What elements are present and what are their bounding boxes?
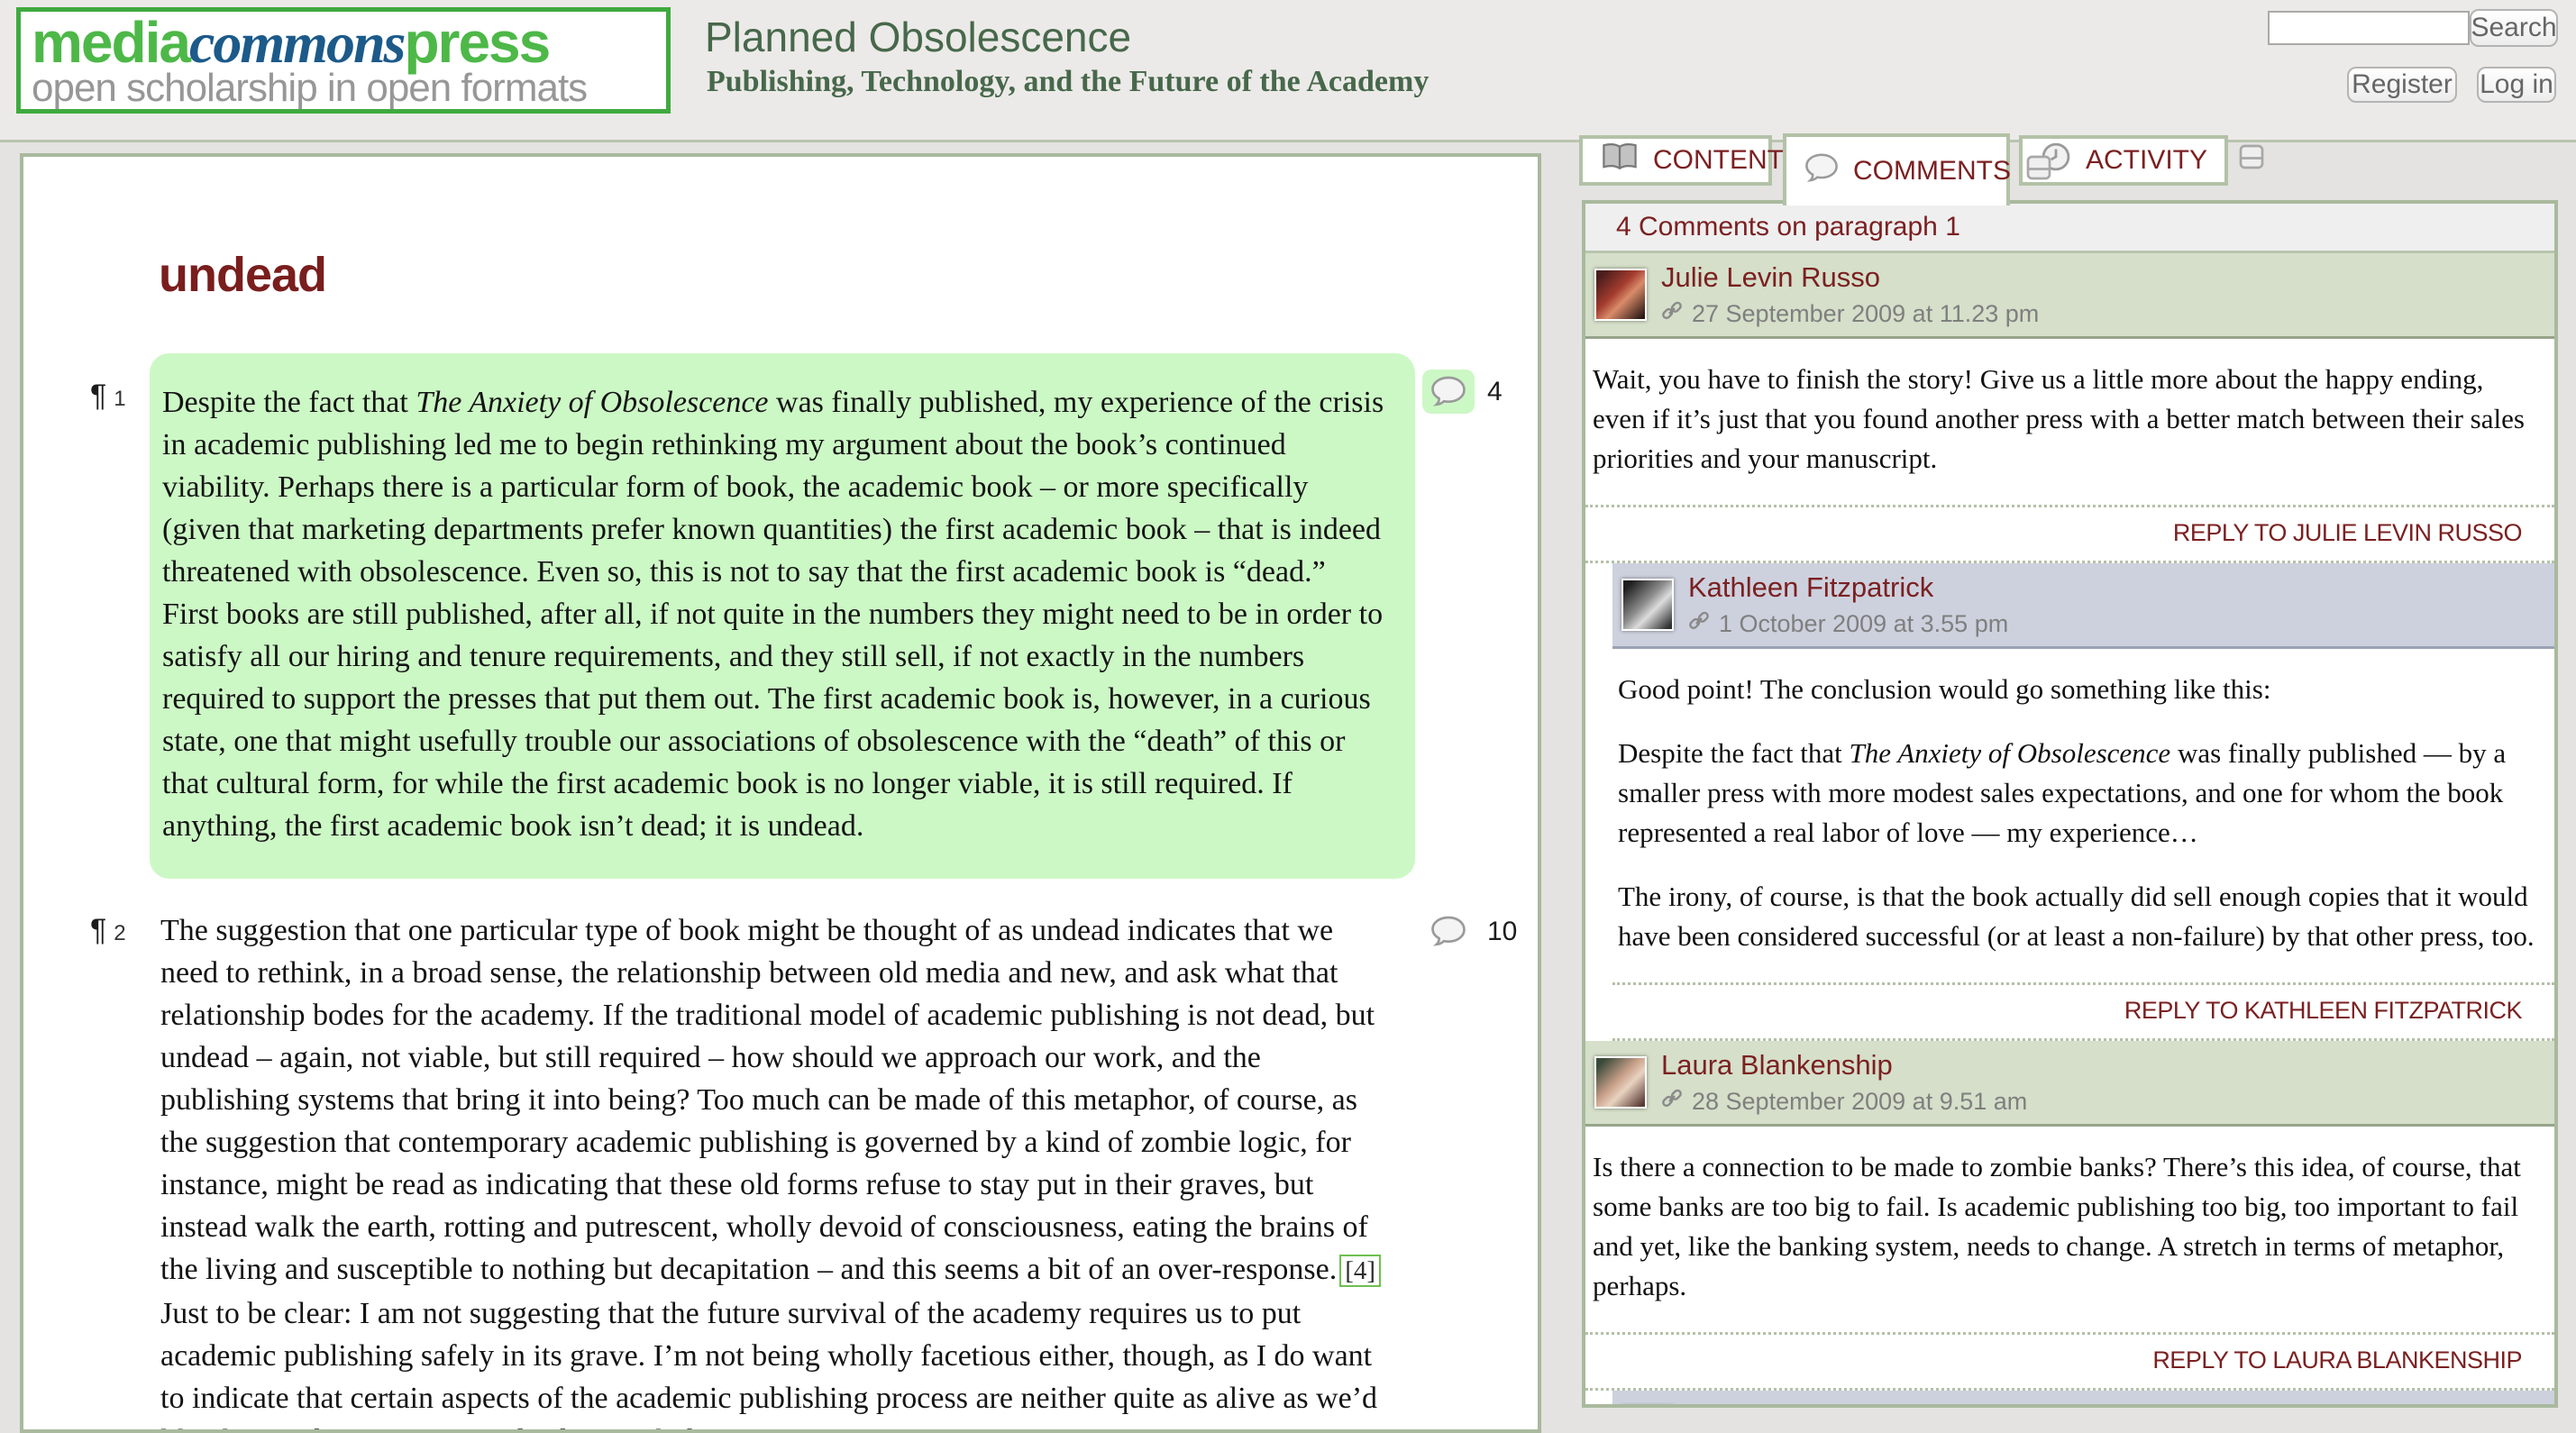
reply-link[interactable]: REPLY TO JULIE LEVIN RUSSO xyxy=(2173,519,2522,546)
avatar[interactable] xyxy=(1621,579,1674,631)
search-input[interactable] xyxy=(2268,11,2470,45)
comment-author[interactable]: Julie Levin Russo xyxy=(1661,261,2039,294)
comment-header: Kathleen Fitzpatrick 1 October 2009 at 3… xyxy=(1612,1391,2554,1408)
comment-count-label[interactable]: 10 xyxy=(1487,917,1517,947)
comment-date[interactable]: 28 September 2009 at 9.51 am xyxy=(1692,1088,2027,1116)
paragraph-2-text: The suggestion that one particular type … xyxy=(160,909,1393,1433)
login-button[interactable]: Log in xyxy=(2477,67,2556,103)
book-icon xyxy=(1601,142,1639,178)
avatar[interactable] xyxy=(1621,1406,1674,1408)
page: { "colors": { "maroon": "#7b2021", "dark… xyxy=(0,0,2576,1422)
site-header: mediacommonspress open scholarship in op… xyxy=(0,0,2576,142)
comment-kathleen-fitzpatrick-2: Kathleen Fitzpatrick 1 October 2009 at 3… xyxy=(1612,1391,2554,1408)
logo-tagline: open scholarship in open formats xyxy=(32,68,655,108)
tab-contents[interactable]: CONTENTS xyxy=(1579,135,1772,186)
reply-row: REPLY TO JULIE LEVIN RUSSO xyxy=(1585,505,2554,563)
comment-author[interactable]: Kathleen Fitzpatrick xyxy=(1688,571,2008,604)
comment-date[interactable]: 27 September 2009 at 11.23 pm xyxy=(1692,300,2039,328)
comment-kathleen-fitzpatrick-1: Kathleen Fitzpatrick 1 October 2009 at 3… xyxy=(1612,563,2554,1041)
avatar[interactable] xyxy=(1594,269,1647,321)
comment-header: Kathleen Fitzpatrick 1 October 2009 at 3… xyxy=(1612,563,2554,649)
site-title[interactable]: Planned Obsolescence xyxy=(705,13,1131,61)
comment-body: Good point! The conclusion would go some… xyxy=(1612,649,2554,982)
comment-author[interactable]: Laura Blankenship xyxy=(1661,1049,2027,1082)
comments-pane: 4 Comments on paragraph 1 Julie Levin Ru… xyxy=(1582,200,2558,1408)
reply-link[interactable]: REPLY TO KATHLEEN FITZPATRICK xyxy=(2124,997,2522,1024)
speech-bubble-icon[interactable] xyxy=(1422,909,1475,954)
footnote-link[interactable]: [4] xyxy=(1339,1255,1381,1287)
tab-contents-label: CONTENTS xyxy=(1653,145,1802,176)
tab-activity-label: ACTIVITY xyxy=(2086,145,2207,176)
paragraph-1-highlight[interactable]: Despite the fact that The Anxiety of Obs… xyxy=(150,353,1415,879)
reply-row: REPLY TO KATHLEEN FITZPATRICK xyxy=(1612,982,2554,1041)
logo-wordmark: mediacommonspress xyxy=(32,15,655,70)
paragraph-1-text: Despite the fact that The Anxiety of Obs… xyxy=(162,381,1388,847)
comment-date[interactable]: 1 October 2009 at 3.55 pm xyxy=(1719,610,2008,638)
comment-laura-blankenship: Laura Blankenship 28 September 2009 at 9… xyxy=(1585,1041,2554,1391)
permalink-icon[interactable] xyxy=(1688,610,1710,638)
comment-count-label[interactable]: 4 xyxy=(1487,377,1503,407)
paragraph-1-comment-count[interactable]: 4 xyxy=(1422,370,1503,414)
avatar[interactable] xyxy=(1594,1056,1647,1109)
speech-bubble-icon[interactable] xyxy=(1422,370,1475,414)
site-logo[interactable]: mediacommonspress open scholarship in op… xyxy=(16,7,671,114)
reply-link[interactable]: REPLY TO LAURA BLANKENSHIP xyxy=(2152,1346,2522,1374)
permalink-icon[interactable] xyxy=(1661,300,1683,328)
panel-toggle-icon[interactable] xyxy=(2025,154,2052,188)
reading-pane: undead ¶1 Despite the fact that The Anxi… xyxy=(20,153,1541,1433)
site-subtitle: Publishing, Technology, and the Future o… xyxy=(707,65,1429,99)
paragraph-2-comment-count[interactable]: 10 xyxy=(1422,909,1517,954)
comment-header: Julie Levin Russo 27 September 2009 at 1… xyxy=(1585,253,2554,339)
speech-bubble-icon xyxy=(1804,153,1839,189)
comment-body: Is there a connection to be made to zomb… xyxy=(1585,1127,2554,1332)
paragraph-1-marker[interactable]: ¶1 xyxy=(90,379,126,414)
register-button[interactable]: Register xyxy=(2347,67,2457,103)
comment-author[interactable]: Kathleen Fitzpatrick xyxy=(1688,1399,2008,1408)
search-button[interactable]: Search xyxy=(2470,9,2558,47)
paragraph-1: ¶1 Despite the fact that The Anxiety of … xyxy=(23,353,1538,879)
tab-comments[interactable]: COMMENTS xyxy=(1783,133,2010,205)
comment-body: Wait, you have to finish the story! Give… xyxy=(1585,339,2554,505)
paragraph-2-marker[interactable]: ¶2 xyxy=(90,913,126,948)
tab-comments-label: COMMENTS xyxy=(1853,156,2011,187)
comments-pane-header: 4 Comments on paragraph 1 xyxy=(1585,204,2554,253)
comment-header: Laura Blankenship 28 September 2009 at 9… xyxy=(1585,1041,2554,1127)
panel-toggle-icon[interactable] xyxy=(2238,143,2265,178)
reply-row: REPLY TO LAURA BLANKENSHIP xyxy=(1585,1332,2554,1391)
chapter-title: undead xyxy=(159,247,1538,303)
paragraph-2: ¶2 The suggestion that one particular ty… xyxy=(23,909,1538,1433)
permalink-icon[interactable] xyxy=(1661,1088,1683,1116)
comment-julie-levin-russo: Julie Levin Russo 27 September 2009 at 1… xyxy=(1585,253,2554,563)
